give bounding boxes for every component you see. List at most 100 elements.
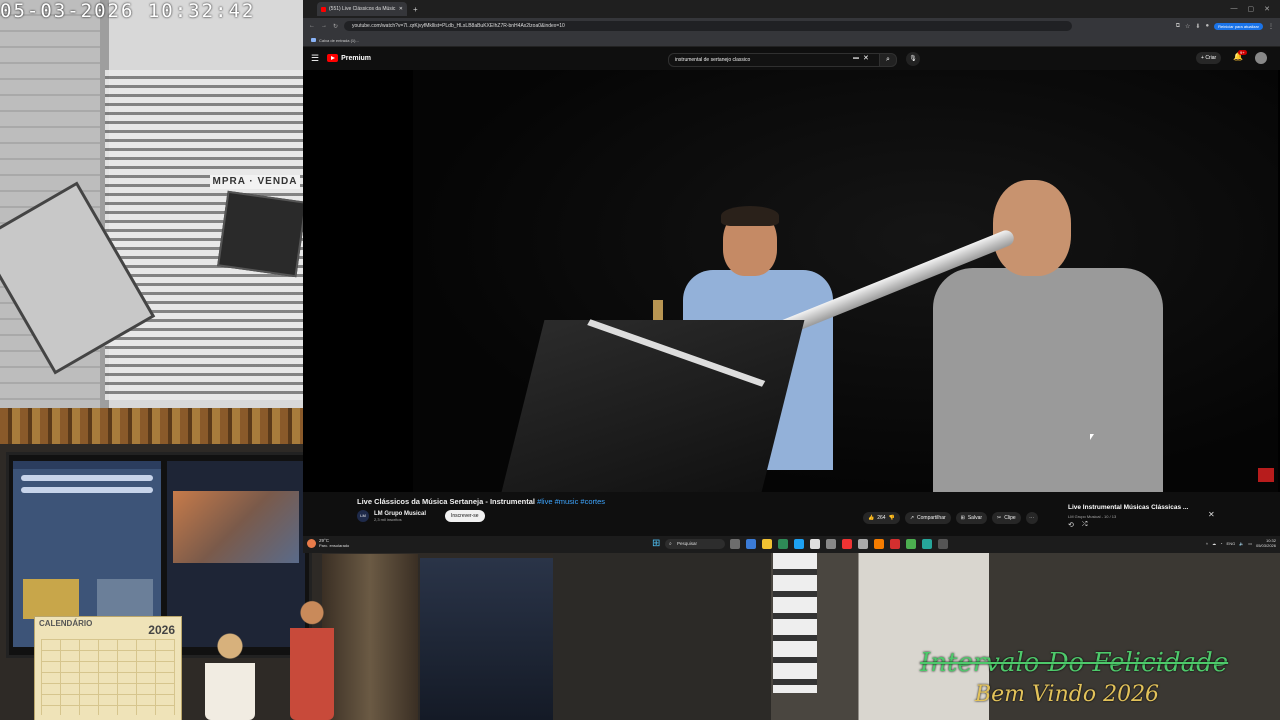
minimize-icon[interactable]: — [1231,5,1238,13]
taskbar-apps [730,539,948,549]
bookmarks-bar: Caixa de entrada (1)... [303,34,1280,47]
shuffle-icon[interactable]: ⤮ [1082,521,1088,529]
search-button[interactable]: ⌕ [879,53,897,67]
logo-text: Premium [341,54,372,62]
save-label: Salvar [967,515,983,521]
avatar[interactable] [1255,52,1267,64]
hanging-laptop-dark [217,190,303,278]
file-explorer-icon[interactable] [762,539,772,549]
repeat-icon[interactable]: ⟲ [1068,521,1074,529]
microphone-icon: 🎙 [909,56,917,62]
clip-button[interactable]: ✂ Clipe [992,512,1021,524]
speaker-icon[interactable]: 🔈 [1239,541,1244,546]
store-icon[interactable] [810,539,820,549]
app-icon-3[interactable] [826,539,836,549]
settings-gear-icon[interactable] [938,539,948,549]
app-icon-5[interactable] [858,539,868,549]
channel-avatar[interactable]: LM [357,510,369,522]
edge-icon[interactable] [794,539,804,549]
more-actions-button[interactable]: ⋯ [1025,512,1038,524]
notification-badge: 9+ [1238,50,1247,55]
thumbs-up-icon: 👍 [868,515,875,521]
close-playlist-icon[interactable]: ✕ [1208,510,1215,519]
chevron-up-icon[interactable]: ˄ [1206,541,1208,546]
windows-start-icon[interactable]: ⊞ [652,539,662,549]
more-icon: ⋯ [1029,515,1035,521]
channel-row: LM LM Grupo Musical 2,3 mil inscritos In… [357,510,485,522]
system-clock[interactable]: 10:32 05/03/2026 [1256,538,1276,548]
profile-icon[interactable]: ● [1205,23,1209,29]
video-title: Live Clássicos da Música Sertaneja - Ins… [357,497,605,506]
playlist-title[interactable]: Live Instrumental Músicas Clássicas ... [1068,504,1198,511]
system-tray: ˄ ☁ ◔ ENG 🔈 ▭ 10:32 05/03/2026 [1206,538,1276,548]
camera-timestamp: 05-03-2026 10:32:42 [0,0,256,22]
clip-label: Clipe [1004,515,1016,521]
subscribe-button[interactable]: Inscrever-se [445,510,485,522]
chrome-icon[interactable] [906,539,916,549]
side-screen [420,558,553,720]
new-tab-button[interactable]: + [413,5,418,14]
create-button[interactable]: + Criar [1196,52,1222,64]
cross-thumbnail [23,579,79,619]
clear-search-icon[interactable]: ✕ [863,54,869,62]
youtube-header: ☰ Premium instrumental de sertanejo clas… [303,47,1280,69]
overlay-subtitle: Bem Vindo 2026 [975,682,1160,707]
video-player[interactable] [303,70,1280,492]
taskbar-search[interactable]: ⌕ Pesquisar [665,539,725,549]
app-icon-4[interactable] [842,539,852,549]
voice-search-button[interactable]: 🎙 [906,52,920,66]
youtube-premium-logo[interactable]: Premium [327,54,371,62]
bookshelf [0,408,303,444]
hamburger-menu-icon[interactable]: ☰ [311,53,319,64]
task-view-icon[interactable] [730,539,740,549]
app-icon-6[interactable] [874,539,884,549]
reload-icon[interactable]: ↻ [333,23,338,30]
update-button[interactable]: Reiniciar para atualizar [1214,22,1263,30]
menu-icon[interactable]: ⋮ [1268,23,1274,30]
app-icon-8[interactable] [922,539,932,549]
back-icon[interactable]: ← [309,23,315,29]
url-field[interactable]: youtube.com/watch?v=7l..qrKjvyfMkllist=P… [344,21,1073,31]
shop-sign: MPRA · VENDA [210,175,300,189]
playlist-panel[interactable]: Live Instrumental Músicas Clássicas ... … [1068,504,1215,538]
windows-taskbar: 29°C Parc. ensolarado ⊞ ⌕ Pesquisar ˄ ☁ … [303,536,1280,553]
video-actions: 👍 264 👎 ↗ Compartilhar ⊞ Salvar ✂ Clipe … [863,512,1038,524]
weather-widget[interactable]: 29°C Parc. ensolarado [307,538,349,548]
save-button[interactable]: ⊞ Salvar [955,512,988,524]
share-button[interactable]: ↗ Compartilhar [904,512,951,524]
overlay-title: Intervalo Do Felicidade [920,648,1229,678]
youtube-favicon-icon [321,6,326,12]
bookmark-item[interactable]: Caixa de entrada (1)... [311,38,359,43]
forward-icon[interactable]: → [321,23,327,29]
channel-name[interactable]: LM Grupo Musical [374,511,426,517]
maximize-icon[interactable]: ▢ [1248,5,1255,13]
language-indicator[interactable]: ENG [1227,541,1236,546]
app-icon-1[interactable] [746,539,756,549]
circuit-thumbnail [97,579,153,619]
app-icon-7[interactable] [890,539,900,549]
extension-icon[interactable]: ⧉ [1176,23,1180,30]
bookmark-star-icon[interactable]: ☆ [1185,23,1190,30]
thumbs-down-icon[interactable]: 👎 [889,515,895,521]
app-icon-2[interactable] [778,539,788,549]
bookmark-label: Caixa de entrada (1)... [319,37,359,43]
mail-icon [311,38,316,42]
trumpeter [759,180,1183,492]
close-window-icon[interactable]: ✕ [1264,5,1270,13]
browser-tab[interactable]: (551) Live Clássicos da Músic ✕ [317,2,407,16]
channel-watermark[interactable] [1258,468,1274,482]
wifi-icon[interactable]: ◔ [1220,541,1222,546]
cloud-icon[interactable]: ☁ [1212,541,1216,546]
monitor-right-window [167,461,305,647]
window-frame [773,553,817,693]
mouse-cursor-icon [1090,434,1094,440]
close-tab-icon[interactable]: ✕ [399,6,403,12]
like-button[interactable]: 👍 264 👎 [863,512,900,524]
download-icon[interactable]: ⬇ [1195,23,1200,30]
video-hashtags[interactable]: #live #music #cortes [537,497,605,506]
battery-icon[interactable]: ▭ [1248,541,1252,546]
share-icon: ↗ [909,515,915,521]
notifications-button[interactable]: 🔔 9+ [1233,50,1247,61]
keyboard-icon[interactable]: ▬ [853,55,859,61]
like-count: 264 [877,515,886,521]
